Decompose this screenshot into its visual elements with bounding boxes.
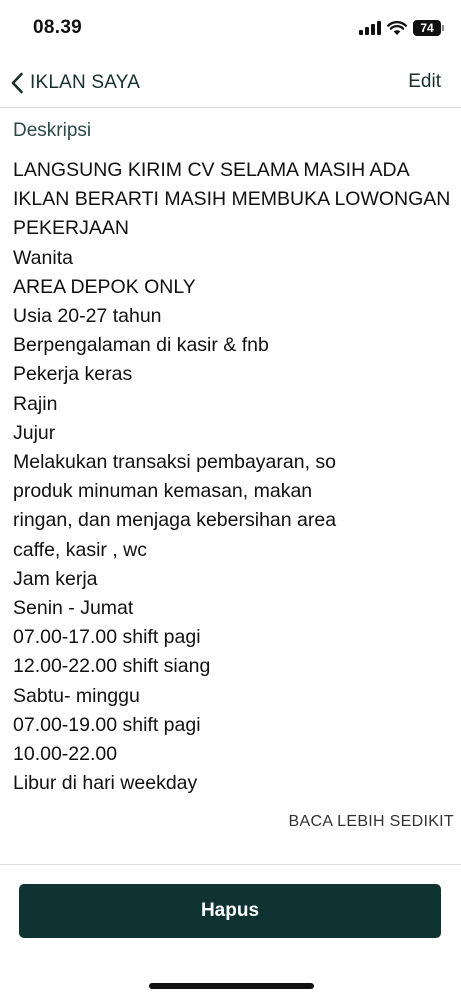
description-line: Senin - Jumat bbox=[13, 597, 134, 620]
description-line: 10.00-22.00 bbox=[13, 743, 118, 766]
back-button[interactable]: IKLAN SAYA bbox=[10, 66, 140, 100]
edit-button[interactable]: Edit bbox=[408, 71, 441, 93]
chevron-left-icon bbox=[11, 72, 23, 94]
description-line: Libur di hari weekday bbox=[13, 772, 198, 795]
description-line: AREA DEPOK ONLY bbox=[13, 275, 196, 298]
battery-level: 74 bbox=[420, 21, 434, 35]
description-line: ringan, dan menjaga kebersihan area bbox=[13, 509, 337, 532]
page-title: IKLAN SAYA bbox=[30, 72, 141, 93]
status-icons: 74 bbox=[359, 18, 444, 38]
description-line: caffe, kasir , wc bbox=[13, 538, 148, 561]
description-line: Wanita bbox=[13, 246, 73, 269]
description-line: IKLAN BERARTI MASIH MEMBUKA LOWONGAN bbox=[13, 188, 451, 211]
battery-icon: 74 bbox=[413, 20, 444, 36]
description-line: LANGSUNG KIRIM CV SELAMA MASIH ADA bbox=[13, 159, 410, 181]
description-line: Berpengalaman di kasir & fnb bbox=[13, 334, 269, 357]
home-indicator bbox=[149, 983, 314, 989]
description-line: Jam kerja bbox=[13, 567, 98, 590]
description-line: Pekerja keras bbox=[13, 363, 133, 386]
description-line: Rajin bbox=[13, 392, 58, 415]
status-bar: 08.39 74 bbox=[0, 0, 461, 58]
description-line: 07.00-17.00 shift pagi bbox=[13, 626, 201, 649]
description-section: Deskripsi LANGSUNG KIRIM CV SELAMA MASIH… bbox=[13, 116, 453, 798]
wifi-icon bbox=[387, 20, 407, 35]
delete-button[interactable]: Hapus bbox=[19, 884, 441, 938]
description-line: 12.00-22.00 shift siang bbox=[13, 655, 211, 678]
cellular-signal-icon bbox=[359, 21, 381, 35]
description-line: 07.00-19.00 shift pagi bbox=[13, 713, 201, 736]
read-less-link[interactable]: BACA LEBIH SEDIKIT bbox=[289, 813, 454, 831]
description-line: Jujur bbox=[13, 421, 56, 444]
description-line: Sabtu- minggu bbox=[13, 684, 140, 707]
description-text: LANGSUNG KIRIM CV SELAMA MASIH ADA IKLAN… bbox=[13, 156, 453, 798]
description-line: produk minuman kemasan, makan bbox=[13, 480, 313, 503]
divider bbox=[0, 864, 461, 865]
description-label: Deskripsi bbox=[13, 120, 92, 141]
description-line: PEKERJAAN bbox=[13, 217, 129, 240]
status-time: 08.39 bbox=[33, 17, 83, 38]
description-line: Melakukan transaksi pembayaran, so bbox=[13, 451, 336, 474]
nav-bar: IKLAN SAYA Edit bbox=[0, 58, 461, 108]
description-line: Usia 20-27 tahun bbox=[13, 305, 162, 328]
